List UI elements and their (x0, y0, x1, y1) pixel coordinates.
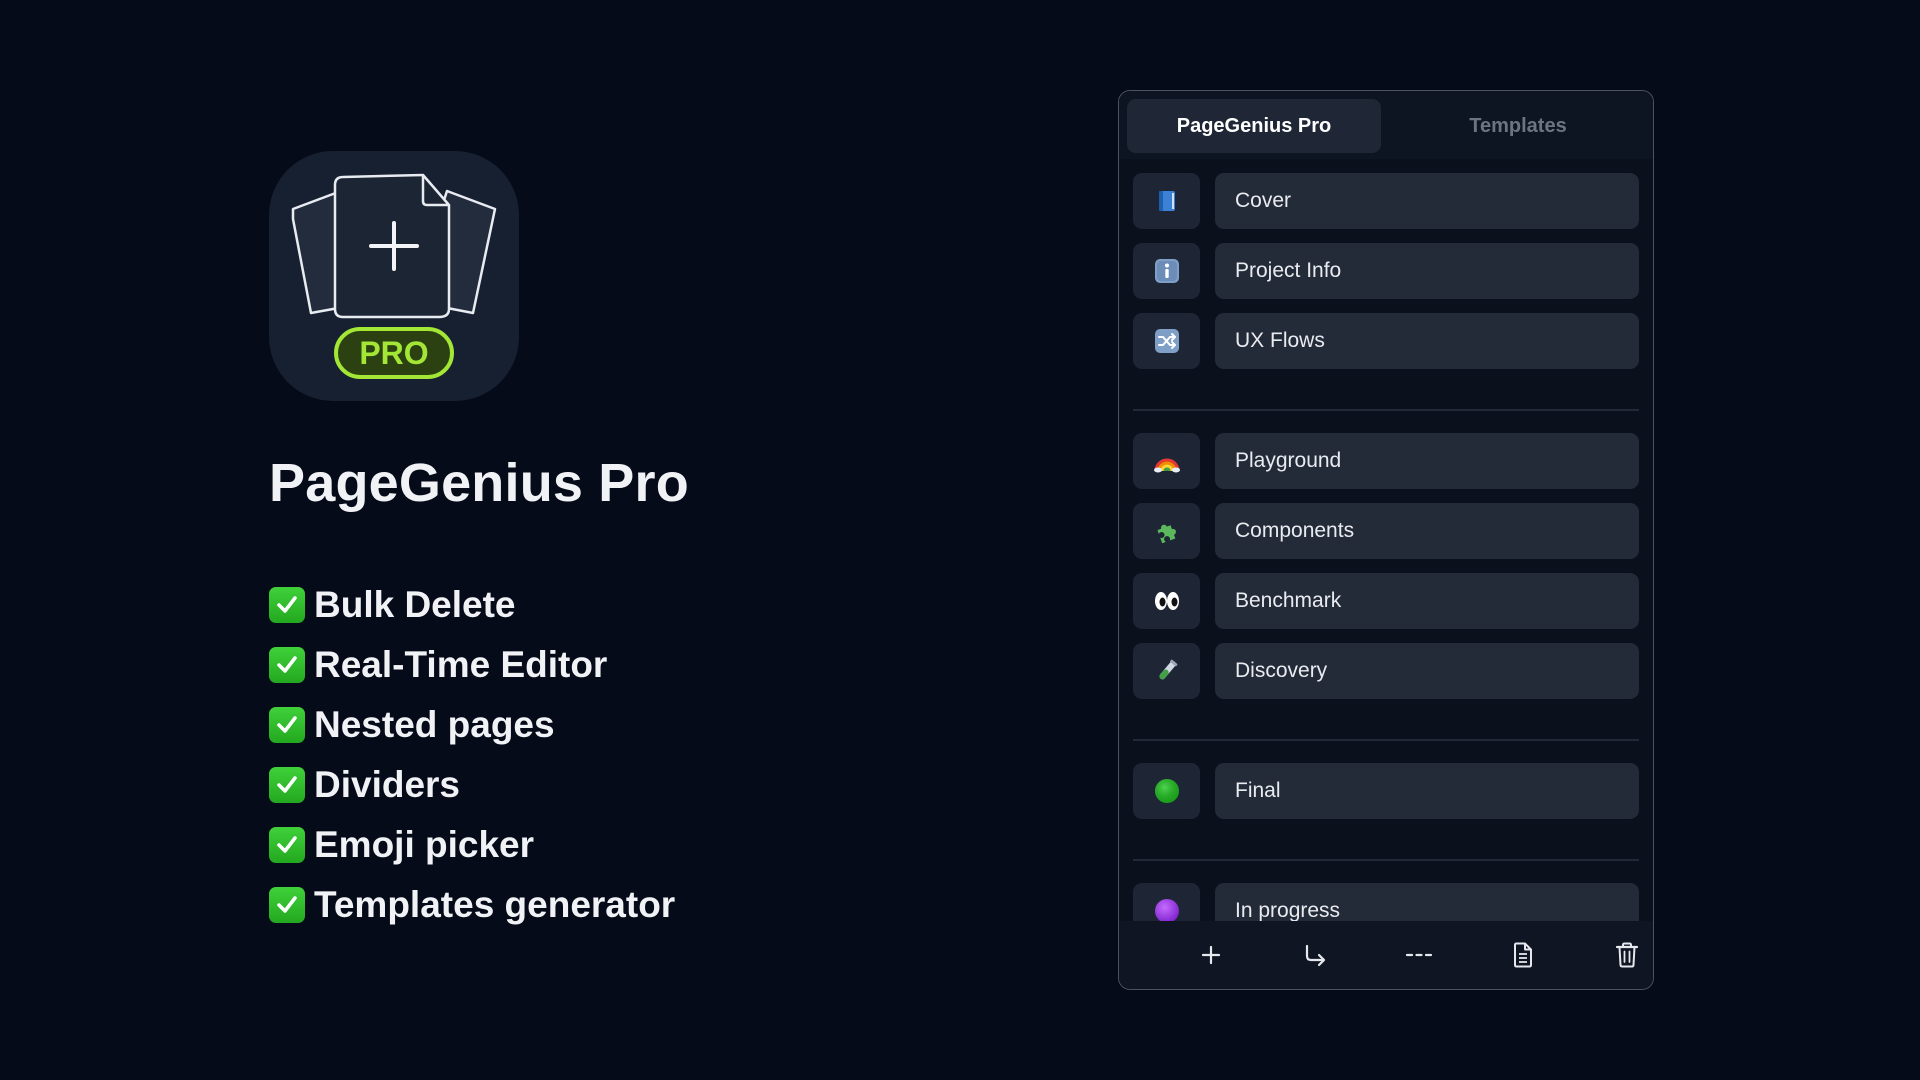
checkmark-icon (269, 827, 305, 863)
page-item-in-progress[interactable]: In progress (1215, 883, 1639, 923)
app-logo: PRO (269, 151, 519, 401)
emoji-picker-button[interactable] (1133, 763, 1200, 819)
emoji-picker-button[interactable] (1133, 573, 1200, 629)
checkmark-icon (269, 707, 305, 743)
feature-label: Templates generator (314, 884, 676, 925)
page-row: Cover (1133, 173, 1639, 229)
tab-pagegenius-pro[interactable]: PageGenius Pro (1127, 99, 1381, 153)
page-row: UX Flows (1133, 313, 1639, 369)
feature-item: Real-Time Editor (269, 635, 675, 695)
page-item-benchmark[interactable]: Benchmark (1215, 573, 1639, 629)
emoji-picker-button[interactable] (1133, 433, 1200, 489)
green-circle-icon (1154, 779, 1179, 803)
page-row: Playground (1133, 433, 1639, 489)
add-page-button[interactable] (1187, 931, 1235, 979)
checkmark-icon (269, 647, 305, 683)
puzzle-piece-icon (1156, 524, 1176, 544)
page-item-ux-flows[interactable]: UX Flows (1215, 313, 1639, 369)
emoji-picker-button[interactable] (1133, 313, 1200, 369)
plugin-panel: PageGenius Pro Templates Cover Project I… (1118, 90, 1654, 990)
feature-label: Nested pages (314, 704, 555, 745)
test-tube-icon (1159, 659, 1177, 680)
divider-icon (1405, 953, 1433, 957)
page-row: Final (1133, 763, 1639, 819)
delete-button[interactable] (1603, 931, 1651, 979)
tab-templates[interactable]: Templates (1389, 99, 1647, 153)
feature-item: Dividers (269, 755, 675, 815)
purple-circle-icon (1154, 899, 1179, 923)
feature-item: Bulk Delete (269, 575, 675, 635)
divider[interactable] (1133, 739, 1639, 741)
feature-list: Bulk Delete Real-Time Editor Nested page… (269, 575, 675, 935)
checkmark-icon (269, 887, 305, 923)
add-nested-page-button[interactable] (1291, 931, 1339, 979)
shuffle-icon (1154, 329, 1179, 353)
blue-book-icon (1158, 191, 1175, 211)
page-item-final[interactable]: Final (1215, 763, 1639, 819)
template-button[interactable] (1499, 931, 1547, 979)
page-row: Benchmark (1133, 573, 1639, 629)
trash-icon (1615, 942, 1639, 968)
document-stack-plus-icon: PRO (291, 173, 497, 379)
emoji-picker-button[interactable] (1133, 243, 1200, 299)
pro-badge-label: PRO (359, 335, 428, 371)
page-item-playground[interactable]: Playground (1215, 433, 1639, 489)
tab-bar: PageGenius Pro Templates (1119, 91, 1653, 159)
info-icon (1154, 259, 1179, 283)
feature-label: Dividers (314, 764, 461, 805)
divider[interactable] (1133, 409, 1639, 411)
page-list[interactable]: Cover Project Info UX Flows Playground C… (1119, 159, 1653, 923)
page-item-cover[interactable]: Cover (1215, 173, 1639, 229)
rainbow-icon (1153, 458, 1180, 473)
emoji-picker-button[interactable] (1133, 503, 1200, 559)
feature-item: Nested pages (269, 695, 675, 755)
page-row: Components (1133, 503, 1639, 559)
document-icon (1514, 942, 1532, 968)
emoji-picker-button[interactable] (1133, 173, 1200, 229)
feature-label: Emoji picker (314, 824, 535, 865)
feature-item: Emoji picker (269, 815, 675, 875)
checkmark-icon (269, 767, 305, 803)
page-item-discovery[interactable]: Discovery (1215, 643, 1639, 699)
page-item-project-info[interactable]: Project Info (1215, 243, 1639, 299)
page-row: Discovery (1133, 643, 1639, 699)
nested-page-icon (1305, 944, 1326, 967)
app-title: PageGenius Pro (269, 453, 689, 513)
checkmark-icon (269, 587, 305, 623)
divider[interactable] (1133, 859, 1639, 861)
emoji-picker-button[interactable] (1133, 883, 1200, 923)
add-divider-button[interactable] (1395, 931, 1443, 979)
emoji-picker-button[interactable] (1133, 643, 1200, 699)
bottom-toolbar (1119, 921, 1653, 989)
feature-label: Real-Time Editor (314, 644, 608, 685)
feature-item: Templates generator (269, 875, 675, 935)
add-page-icon (1201, 945, 1221, 965)
page-row: Project Info (1133, 243, 1639, 299)
eyes-icon (1154, 592, 1179, 610)
feature-label: Bulk Delete (314, 584, 516, 625)
page-item-components[interactable]: Components (1215, 503, 1639, 559)
page-row: In progress (1133, 883, 1639, 923)
